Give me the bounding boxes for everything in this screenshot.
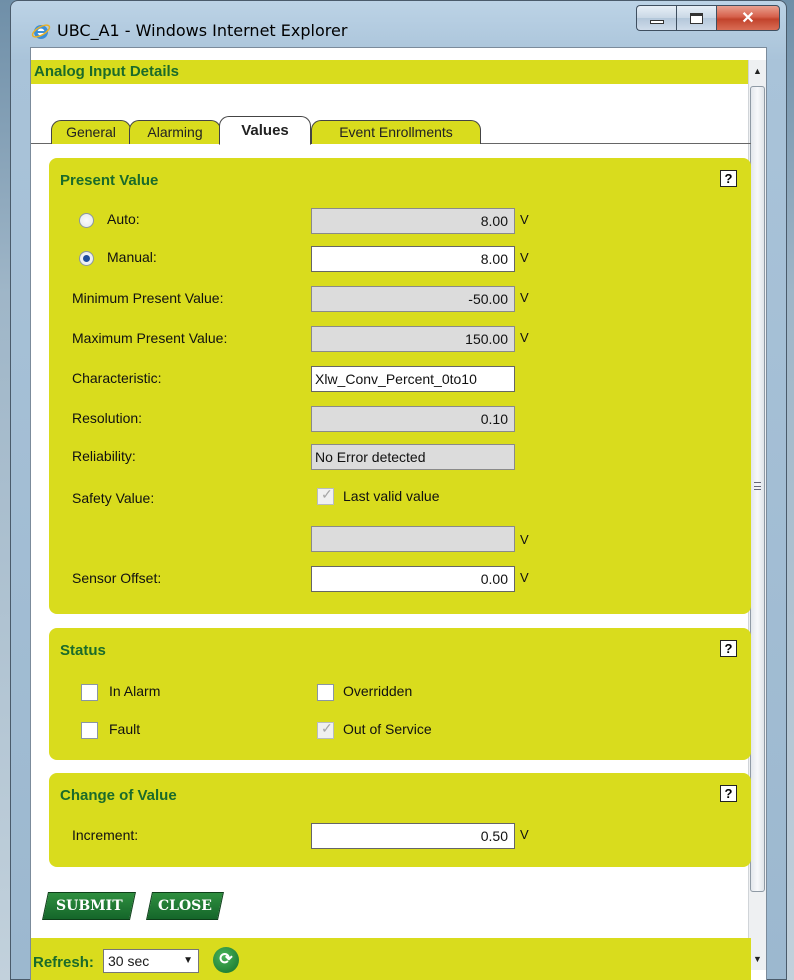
manual-radio[interactable] bbox=[79, 251, 94, 266]
resolution-field: 0.10 bbox=[311, 406, 515, 432]
min-unit: V bbox=[520, 290, 529, 305]
overridden-label: Overridden bbox=[343, 683, 413, 699]
maximize-icon bbox=[690, 12, 703, 24]
fault-label: Fault bbox=[109, 721, 141, 737]
title-bar: UBC_A1 - Windows Internet Explorer ✕ bbox=[11, 1, 786, 47]
grip-icon bbox=[754, 482, 761, 490]
status-heading: Status bbox=[60, 642, 106, 659]
checkmark-icon: ✓ bbox=[321, 720, 333, 736]
manual-unit: V bbox=[520, 250, 529, 265]
max-present-value-label: Maximum Present Value: bbox=[72, 330, 228, 346]
refresh-icon[interactable]: ⟳ bbox=[213, 947, 239, 973]
header-bar: Analog Input Details bbox=[31, 60, 751, 84]
help-icon[interactable]: ? bbox=[720, 170, 737, 187]
in-alarm-label: In Alarm bbox=[109, 683, 161, 699]
change-of-value-panel: Change of Value ? Increment: 0.50 V bbox=[49, 773, 751, 867]
fault-checkbox[interactable] bbox=[81, 722, 98, 739]
sensor-offset-label: Sensor Offset: bbox=[72, 570, 162, 586]
tab-bar: General Alarming Values Event Enrollment… bbox=[31, 116, 751, 145]
min-present-value-label: Minimum Present Value: bbox=[72, 290, 224, 306]
tab-general[interactable]: General bbox=[51, 120, 131, 144]
help-icon[interactable]: ? bbox=[720, 640, 737, 657]
help-icon[interactable]: ? bbox=[720, 785, 737, 802]
safety-value-field bbox=[311, 526, 515, 552]
window-title: UBC_A1 - Windows Internet Explorer bbox=[57, 21, 348, 40]
increment-label: Increment: bbox=[72, 827, 139, 843]
auto-label: Auto: bbox=[107, 211, 140, 227]
auto-unit: V bbox=[520, 212, 529, 227]
checkmark-icon: ✓ bbox=[321, 486, 333, 502]
minimize-button[interactable] bbox=[636, 5, 676, 31]
present-value-panel: Present Value ? Auto: 8.00 V Manual: 8.0… bbox=[49, 158, 751, 614]
tab-alarming[interactable]: Alarming bbox=[129, 120, 221, 144]
manual-label: Manual: bbox=[107, 249, 157, 265]
chevron-down-icon: ▼ bbox=[183, 955, 193, 966]
scroll-thumb[interactable] bbox=[750, 86, 765, 892]
manual-value-input[interactable]: 8.00 bbox=[311, 246, 515, 272]
reliability-label: Reliability: bbox=[72, 448, 136, 464]
overridden-checkbox[interactable] bbox=[317, 684, 334, 701]
sensor-offset-unit: V bbox=[520, 570, 529, 585]
submit-button[interactable]: SUBMIT bbox=[42, 892, 136, 920]
close-button[interactable]: CLOSE bbox=[146, 892, 224, 920]
status-panel: Status ? In Alarm Overridden Fault ✓ Out… bbox=[49, 628, 751, 760]
change-of-value-heading: Change of Value bbox=[60, 787, 177, 804]
in-alarm-checkbox[interactable] bbox=[81, 684, 98, 701]
page-content: Analog Input Details ▲ ▼ General Alarmin… bbox=[30, 47, 767, 980]
refresh-bar: Refresh: 30 sec ▼ ⟳ bbox=[31, 938, 751, 980]
scroll-up-arrow-icon[interactable]: ▲ bbox=[749, 60, 766, 82]
increment-input[interactable]: 0.50 bbox=[311, 823, 515, 849]
browser-window: UBC_A1 - Windows Internet Explorer ✕ Ana… bbox=[10, 0, 787, 980]
internet-explorer-icon bbox=[31, 24, 51, 39]
last-valid-value-checkbox[interactable]: ✓ bbox=[317, 486, 334, 505]
safety-value-label: Safety Value: bbox=[72, 490, 155, 506]
min-present-value-field: -50.00 bbox=[311, 286, 515, 312]
sensor-offset-input[interactable]: 0.00 bbox=[311, 566, 515, 592]
reliability-field: No Error detected bbox=[311, 444, 515, 470]
auto-radio[interactable] bbox=[79, 213, 94, 228]
characteristic-label: Characteristic: bbox=[72, 370, 162, 386]
out-of-service-label: Out of Service bbox=[343, 721, 432, 737]
increment-unit: V bbox=[520, 827, 529, 842]
auto-value-field: 8.00 bbox=[311, 208, 515, 234]
refresh-interval-value: 30 sec bbox=[108, 953, 150, 969]
window-close-button[interactable]: ✕ bbox=[716, 5, 780, 31]
resolution-label: Resolution: bbox=[72, 410, 143, 426]
out-of-service-checkbox[interactable]: ✓ bbox=[317, 720, 334, 739]
tab-values[interactable]: Values bbox=[219, 116, 311, 145]
max-unit: V bbox=[520, 330, 529, 345]
refresh-label: Refresh: bbox=[33, 954, 94, 971]
scroll-down-arrow-icon[interactable]: ▼ bbox=[749, 948, 766, 970]
max-present-value-field: 150.00 bbox=[311, 326, 515, 352]
characteristic-field: Xlw_Conv_Percent_0to10 bbox=[311, 366, 515, 392]
close-icon: ✕ bbox=[741, 10, 755, 27]
refresh-interval-select[interactable]: 30 sec ▼ bbox=[103, 949, 199, 973]
page-title: Analog Input Details bbox=[34, 63, 180, 80]
window-controls: ✕ bbox=[636, 5, 780, 35]
present-value-heading: Present Value bbox=[60, 172, 159, 189]
last-valid-value-label: Last valid value bbox=[343, 488, 440, 504]
minimize-icon bbox=[649, 20, 664, 24]
safety-unit: V bbox=[520, 532, 529, 547]
tab-event-enrollments[interactable]: Event Enrollments bbox=[311, 120, 481, 144]
maximize-button[interactable] bbox=[676, 5, 716, 31]
